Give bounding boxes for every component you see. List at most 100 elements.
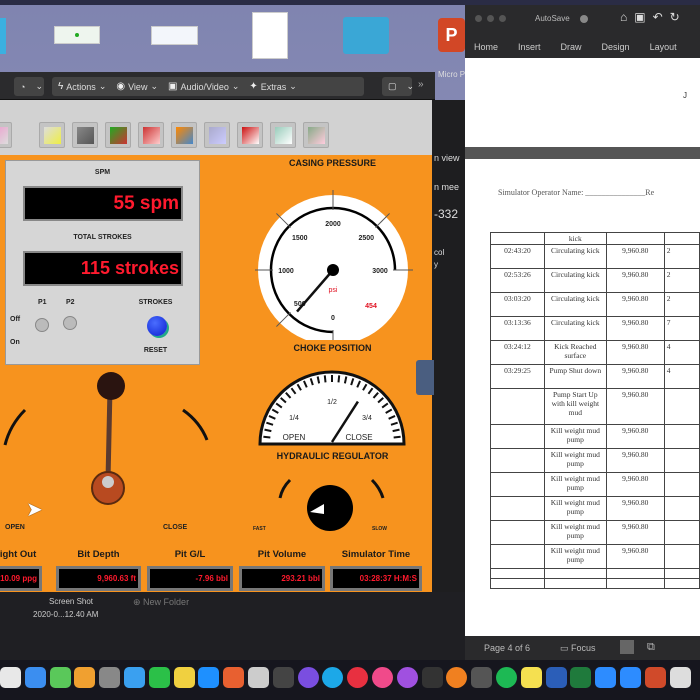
folder-icon[interactable] [343, 17, 389, 54]
view-menu[interactable]: ◉ View ⌄ [116, 81, 158, 92]
dock-app-icon[interactable] [248, 667, 269, 688]
dock-app-icon[interactable] [99, 667, 121, 688]
simulator-tool-button[interactable] [72, 122, 98, 148]
table-cell: 02:53:26 [490, 268, 545, 293]
dock-app-icon[interactable] [644, 667, 666, 688]
readout-value: 10.09 ppg [0, 566, 42, 591]
dock-app-icon[interactable] [520, 667, 542, 688]
dock-app-icon[interactable] [148, 667, 170, 688]
tool-icon [275, 127, 292, 144]
print-layout-button[interactable] [620, 640, 634, 654]
dock-app-icon[interactable] [496, 667, 517, 688]
layout-button[interactable]: ▢ ⌄ [382, 77, 414, 96]
simulator-tool-button[interactable] [204, 122, 230, 148]
dock-app-icon[interactable] [421, 667, 443, 688]
ribbon-tab-home[interactable]: Home [474, 42, 498, 58]
screenshot-label[interactable]: Screen Shot [49, 597, 93, 606]
pdf-document-icon[interactable] [252, 12, 288, 59]
p2-label: P2 [66, 299, 75, 306]
dock-app-icon[interactable] [272, 667, 294, 688]
table-cell: Circulating kick [543, 316, 607, 341]
simulator-tool-button[interactable] [138, 122, 164, 148]
ribbon-tab-design[interactable]: Design [602, 42, 630, 58]
extras-menu[interactable]: ✦ Extras ⌄ [249, 81, 296, 92]
dock-app-icon[interactable] [297, 667, 319, 688]
simulator-tool-button[interactable] [237, 122, 263, 148]
dock-app-icon[interactable] [595, 667, 617, 688]
dock-app-icon[interactable] [570, 667, 592, 688]
dock-app-icon[interactable] [396, 667, 418, 688]
dock-app-icon[interactable] [198, 667, 220, 688]
lever-knob[interactable] [97, 372, 125, 400]
undo-icon[interactable]: ↶ [653, 10, 663, 24]
actions-menu[interactable]: ϟ Actions ⌄ [58, 81, 106, 92]
chat-panel-strip: n view n mee -332 col y [432, 100, 466, 595]
focus-button[interactable]: ▭ Focus [560, 643, 596, 654]
more-button[interactable]: » [418, 79, 424, 90]
new-folder-item[interactable]: ⊕ New Folder [133, 597, 189, 608]
zoom-window-button[interactable] [499, 15, 506, 22]
pump1-switch[interactable] [35, 318, 49, 332]
ribbon-tab-draw[interactable]: Draw [561, 42, 582, 58]
side-panel-toggle[interactable] [416, 360, 434, 395]
dock-app-icon[interactable] [471, 667, 493, 688]
slow-label: SLOW [372, 526, 387, 532]
dock-app-icon[interactable] [49, 667, 71, 688]
audio-video-menu[interactable]: ▣ Audio/Video ⌄ [168, 81, 239, 92]
simulator-tool-button[interactable] [270, 122, 296, 148]
fast-arrow-icon [278, 478, 292, 499]
dock-app-icon[interactable] [372, 667, 393, 688]
dock-app-icon[interactable] [24, 667, 46, 688]
table-cell: 03:29:25 [490, 364, 545, 389]
chat-text: -332 [434, 207, 459, 221]
table-row: 03:13:36 Circulating kick 9,960.80 7 [490, 316, 700, 341]
table-row: 02:53:26 Circulating kick 9,960.80 2 [490, 268, 700, 293]
table-cell [490, 520, 545, 545]
table-cell: 9,960.80 [605, 268, 665, 293]
simulator-tool-button[interactable] [303, 122, 329, 148]
simulator-tool-button[interactable] [39, 122, 65, 148]
table-cell: Kill weight mud pump [543, 496, 607, 521]
share-button[interactable]: ◔ ⌄ [14, 77, 44, 96]
folder-icon[interactable] [0, 18, 6, 54]
word-window: AutoSave ⌂ ▣ ↶ ↻ Home Insert Draw Design Layout… [465, 5, 700, 660]
dock-app-icon[interactable] [0, 667, 21, 688]
file-thumbnail-icon[interactable] [54, 26, 100, 44]
dock-app-icon[interactable] [620, 667, 641, 688]
choke-tick [323, 375, 327, 383]
table-cell [490, 388, 545, 425]
table-cell [663, 568, 700, 579]
redo-icon[interactable]: ↻ [670, 10, 680, 24]
pump2-switch[interactable] [63, 316, 77, 330]
dock-app-icon[interactable] [545, 667, 567, 688]
chevron-down-icon: ⌄ [150, 81, 158, 91]
table-cell: 9,960.80 [605, 244, 665, 269]
close-window-button[interactable] [475, 15, 482, 22]
strokes-reset-button[interactable] [147, 316, 167, 336]
home-icon[interactable]: ⌂ [620, 10, 627, 24]
window-icon: ▢ [388, 81, 397, 91]
page-indicator[interactable]: Page 4 of 6 [484, 643, 530, 653]
minimize-window-button[interactable] [487, 15, 494, 22]
table-cell: 03:03:20 [490, 292, 545, 317]
simulator-tool-button[interactable] [105, 122, 131, 148]
autosave-toggle[interactable] [580, 15, 588, 23]
dock-app-icon[interactable] [173, 667, 195, 688]
web-layout-button[interactable]: ⧉ [647, 641, 655, 654]
dock-app-icon[interactable] [124, 667, 145, 688]
file-thumbnail-icon[interactable] [151, 26, 198, 45]
table-cell: Pump Start Up with kill weight mud [543, 388, 607, 425]
ribbon-tab-insert[interactable]: Insert [518, 42, 541, 58]
table-cell [663, 578, 700, 589]
table-cell: 9,960.80 [605, 520, 665, 545]
dock-app-icon[interactable] [669, 667, 691, 688]
simulator-tool-button[interactable] [0, 122, 12, 148]
dock-app-icon[interactable] [74, 667, 96, 688]
readout-value: 9,960.63 ft [56, 566, 141, 591]
ribbon-tab-layout[interactable]: Layout [650, 42, 677, 58]
simulator-tool-button[interactable] [171, 122, 197, 148]
save-icon[interactable]: ▣ [634, 10, 645, 24]
dock-app-icon[interactable] [223, 667, 245, 688]
powerpoint-icon[interactable]: P [438, 18, 465, 52]
tool-icon [209, 127, 226, 144]
